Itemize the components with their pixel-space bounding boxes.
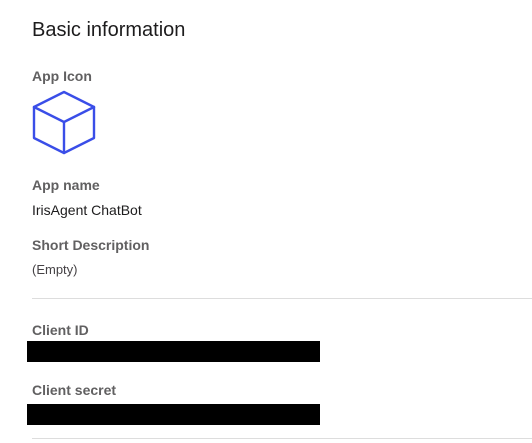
app-name-value: IrisAgent ChatBot [32, 202, 142, 218]
section-title: Basic information [32, 19, 186, 41]
short-description-label: Short Description [32, 237, 150, 253]
cube-icon [32, 90, 96, 155]
app-name-label: App name [32, 177, 100, 193]
divider [32, 438, 532, 439]
divider [32, 298, 532, 299]
client-id-redacted-value [27, 341, 320, 362]
client-secret-redacted-value [27, 404, 320, 425]
client-id-label: Client ID [32, 322, 89, 338]
short-description-value: (Empty) [32, 262, 78, 277]
client-secret-label: Client secret [32, 382, 117, 398]
app-icon-label: App Icon [32, 68, 92, 84]
